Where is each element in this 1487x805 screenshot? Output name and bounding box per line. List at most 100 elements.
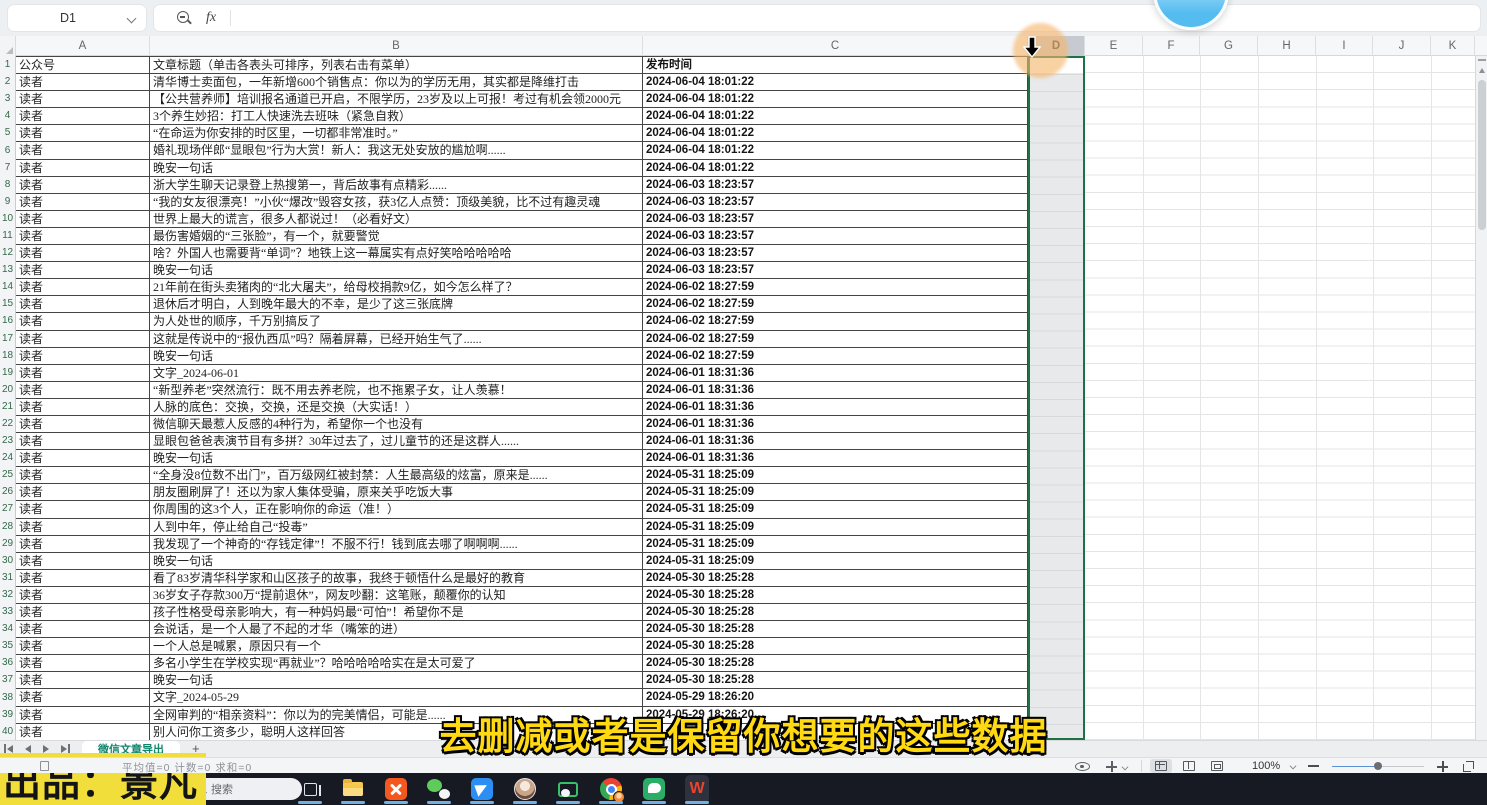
- cell-title[interactable]: 人脉的底色：交换，交换，还是交换（大实话！）: [150, 399, 643, 415]
- cell-title[interactable]: 晚安一句话: [150, 348, 643, 364]
- cell-title[interactable]: 【公共营养师】培训报名通道已开启，不限学历，23岁及以上可报！考过有机会领200…: [150, 91, 643, 107]
- cell-publish-time[interactable]: 2024-05-30 18:25:28: [643, 570, 1028, 586]
- cell-account[interactable]: 读者: [16, 501, 150, 517]
- selected-column-d-overlay[interactable]: [1028, 56, 1085, 740]
- cell-account[interactable]: 读者: [16, 91, 150, 107]
- cell-title[interactable]: 婚礼现场伴郎“显眼包”行为大赏！新人：我这无处安放的尴尬啊......: [150, 142, 643, 158]
- row-number[interactable]: 37: [0, 671, 15, 688]
- cell-publish-time[interactable]: 2024-06-04 18:01:22: [643, 74, 1028, 90]
- cell-publish-time[interactable]: 2024-05-30 18:25:28: [643, 621, 1028, 637]
- scrollbar-split-handle[interactable]: [1478, 59, 1486, 61]
- normal-view-button[interactable]: [1150, 759, 1172, 773]
- cell-title[interactable]: 会说话，是一个人最了不起的才华（嘴笨的进）: [150, 621, 643, 637]
- cell-title[interactable]: 退休后才明白，人到晚年最大的不幸，是少了这三张底牌: [150, 296, 643, 312]
- cell-title[interactable]: 一个人总是喊累，原因只有一个: [150, 638, 643, 654]
- row-number[interactable]: 14: [0, 278, 15, 295]
- pan-tool-icon[interactable]: [1106, 761, 1117, 772]
- cell-publish-time[interactable]: 2024-06-01 18:31:36: [643, 365, 1028, 381]
- cell-publish-time[interactable]: 2024-06-03 18:23:57: [643, 262, 1028, 278]
- wps-office-icon[interactable]: W: [685, 777, 709, 801]
- column-header-c[interactable]: C: [643, 36, 1028, 56]
- cell-title[interactable]: 文字_2024-06-01: [150, 365, 643, 381]
- cell-account[interactable]: 读者: [16, 125, 150, 141]
- row-number[interactable]: 29: [0, 535, 15, 552]
- cell-title[interactable]: 清华博士卖面包，一年新增600个销售点：你以为的学历无用，其实都是降维打击: [150, 74, 643, 90]
- chrome-icon[interactable]: [599, 777, 623, 801]
- cell-title[interactable]: “在命运为你安排的时区里，一切都非常准时。”: [150, 125, 643, 141]
- row-number[interactable]: 26: [0, 483, 15, 500]
- cell-title[interactable]: 显眼包爸爸表演节目有多拼？30年过去了，过儿童节的还是这群人......: [150, 433, 643, 449]
- cell-publish-time[interactable]: 2024-06-01 18:31:36: [643, 416, 1028, 432]
- cell-title[interactable]: 朋友圈刷屏了！还以为家人集体受骗，原来关乎吃饭大事: [150, 484, 643, 500]
- cell-account[interactable]: 读者: [16, 689, 150, 705]
- select-all-corner[interactable]: [0, 36, 16, 56]
- cell-title[interactable]: 看了83岁清华科学家和山区孩子的故事，我终于顿悟什么是最好的教育: [150, 570, 643, 586]
- row-number[interactable]: 23: [0, 432, 15, 449]
- row-number[interactable]: 33: [0, 603, 15, 620]
- row-number[interactable]: 18: [0, 347, 15, 364]
- cell-publish-time[interactable]: 2024-05-31 18:25:09: [643, 553, 1028, 569]
- pan-chevron-icon[interactable]: [1122, 764, 1129, 771]
- cell-title[interactable]: “我的女友很漂亮！”小伙“爆改”毁容女孩，获3亿人点赞：顶级美貌，比不过有趣灵魂: [150, 194, 643, 210]
- cell-title[interactable]: 你周围的这3个人，正在影响你的命运（准！）: [150, 501, 643, 517]
- cell-publish-time[interactable]: 2024-06-04 18:01:22: [643, 142, 1028, 158]
- zoom-in-button[interactable]: [1437, 761, 1448, 772]
- avatar-app-icon[interactable]: [513, 777, 537, 801]
- cell-account[interactable]: 读者: [16, 194, 150, 210]
- cell-account[interactable]: 读者: [16, 331, 150, 347]
- cell-title[interactable]: 21年前在街头卖猪肉的“北大屠夫”，给母校捐款9亿，如今怎么样了？: [150, 279, 643, 295]
- cell-account[interactable]: 读者: [16, 74, 150, 90]
- cell-publish-time[interactable]: 2024-06-04 18:01:22: [643, 108, 1028, 124]
- row-number[interactable]: 24: [0, 449, 15, 466]
- file-explorer-icon[interactable]: [341, 777, 365, 801]
- zoom-level[interactable]: 100%: [1252, 760, 1280, 772]
- cell-title[interactable]: 晚安一句话: [150, 450, 643, 466]
- column-header-h[interactable]: H: [1258, 36, 1316, 56]
- eye-icon[interactable]: [1075, 762, 1090, 771]
- row-number[interactable]: 16: [0, 312, 15, 329]
- column-header-j[interactable]: J: [1373, 36, 1431, 56]
- cell-title[interactable]: 文字_2024-05-29: [150, 689, 643, 705]
- cell-account[interactable]: 读者: [16, 108, 150, 124]
- cell-publish-time[interactable]: 2024-06-02 18:27:59: [643, 348, 1028, 364]
- chevron-down-icon[interactable]: [128, 14, 136, 22]
- cell-title[interactable]: 孩子性格受母亲影响大，有一种妈妈最“可怕”！希望你不是: [150, 604, 643, 620]
- cell-title[interactable]: 最伤害婚姻的“三张脸”，有一个，就要警觉: [150, 228, 643, 244]
- column-header-e[interactable]: E: [1085, 36, 1143, 56]
- cell-publish-time[interactable]: 2024-06-03 18:23:57: [643, 211, 1028, 227]
- blue-bird-app-icon[interactable]: [470, 777, 494, 801]
- column-header-k[interactable]: K: [1431, 36, 1475, 56]
- cell-title[interactable]: 浙大学生聊天记录登上热搜第一，背后故事有点精彩......: [150, 177, 643, 193]
- cell-account[interactable]: 读者: [16, 484, 150, 500]
- row-number[interactable]: 35: [0, 637, 15, 654]
- cell-publish-time[interactable]: 2024-06-04 18:01:22: [643, 91, 1028, 107]
- cell-account[interactable]: 读者: [16, 382, 150, 398]
- cell-title[interactable]: 人到中年，停止给自己“投毒”: [150, 519, 643, 535]
- cell-account[interactable]: 读者: [16, 433, 150, 449]
- cell-account[interactable]: 读者: [16, 296, 150, 312]
- clipboard-icon[interactable]: [40, 761, 49, 771]
- zoom-slider-thumb[interactable]: [1374, 762, 1382, 770]
- cell-publish-time[interactable]: 2024-06-01 18:31:36: [643, 450, 1028, 466]
- scrollbar-thumb[interactable]: [1478, 80, 1486, 230]
- row-number[interactable]: 20: [0, 381, 15, 398]
- row-number[interactable]: 2: [0, 73, 15, 90]
- cell-publish-time[interactable]: 2024-06-03 18:23:57: [643, 194, 1028, 210]
- cell-account[interactable]: 读者: [16, 638, 150, 654]
- fullscreen-icon[interactable]: [1463, 761, 1474, 772]
- cell-account[interactable]: 读者: [16, 245, 150, 261]
- cell-publish-time[interactable]: 2024-05-29 18:26:20: [643, 689, 1028, 705]
- row-number[interactable]: 11: [0, 227, 15, 244]
- cell-title[interactable]: 晚安一句话: [150, 262, 643, 278]
- cell-title[interactable]: “新型养老”突然流行：既不用去养老院，也不拖累子女，让人羡慕！: [150, 382, 643, 398]
- cell-account[interactable]: 读者: [16, 570, 150, 586]
- cell-publish-time[interactable]: 2024-05-30 18:25:28: [643, 604, 1028, 620]
- cell-publish-time[interactable]: 2024-06-03 18:23:57: [643, 228, 1028, 244]
- row-number[interactable]: 38: [0, 688, 15, 705]
- row-number[interactable]: 3: [0, 90, 15, 107]
- cell-account[interactable]: 读者: [16, 672, 150, 688]
- cell-publish-time[interactable]: 2024-05-31 18:25:09: [643, 467, 1028, 483]
- cell-title[interactable]: 文章标题（单击各表头可排序，列表右击有菜单）: [150, 57, 643, 73]
- row-number[interactable]: 17: [0, 330, 15, 347]
- green-chat-app-icon[interactable]: [642, 777, 666, 801]
